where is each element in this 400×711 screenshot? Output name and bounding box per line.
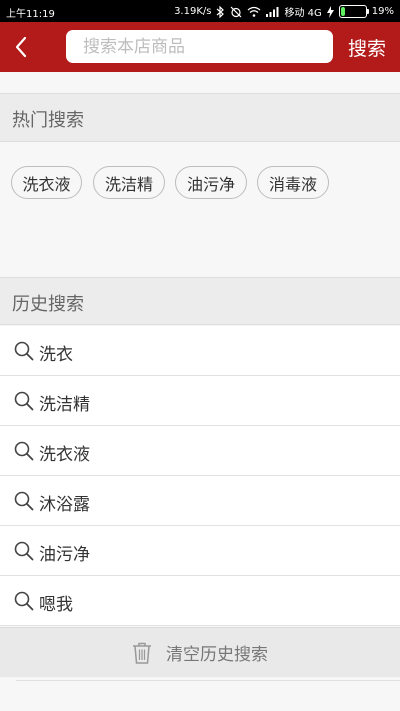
search-icon xyxy=(14,341,34,361)
battery-icon xyxy=(338,5,369,18)
chevron-left-icon xyxy=(15,36,27,58)
search-icon xyxy=(14,441,34,461)
status-indicators: 3.19K/s 移动 4G 19% xyxy=(174,4,394,19)
charging-icon xyxy=(326,5,334,18)
history-title: 历史搜索 xyxy=(12,294,84,315)
trash-icon xyxy=(133,642,151,664)
clear-history-label: 清空历史搜索 xyxy=(166,645,268,665)
history-item-label: 洗衣液 xyxy=(39,445,90,465)
history-item-label: 嗯我 xyxy=(39,595,73,615)
wifi-icon xyxy=(247,6,261,17)
bluetooth-icon xyxy=(216,5,225,18)
history-item-label: 沐浴露 xyxy=(39,495,90,515)
history-item[interactable]: 洗衣液 xyxy=(0,426,400,476)
history-item-label: 洗衣 xyxy=(39,345,73,365)
top-bar: 搜索 xyxy=(0,22,400,72)
history-item[interactable]: 沐浴露 xyxy=(0,476,400,526)
history-header: 历史搜索 xyxy=(0,277,400,325)
hot-tag[interactable]: 油污净 xyxy=(175,166,247,199)
history-item-label: 洗洁精 xyxy=(39,395,90,415)
hot-tag[interactable]: 洗洁精 xyxy=(93,166,165,199)
clear-history-button[interactable]: 清空历史搜索 xyxy=(0,627,400,677)
hot-tag[interactable]: 消毒液 xyxy=(257,166,329,199)
back-button[interactable] xyxy=(10,34,32,60)
search-icon xyxy=(14,491,34,511)
hot-search-title: 热门搜索 xyxy=(12,110,84,131)
history-item[interactable]: 油污净 xyxy=(0,526,400,576)
search-input[interactable] xyxy=(66,30,333,63)
search-icon xyxy=(14,591,34,611)
network-speed: 3.19K/s xyxy=(174,6,212,17)
hot-search-header: 热门搜索 xyxy=(0,94,400,142)
hot-search-tags: 洗衣液 洗洁精 油污净 消毒液 xyxy=(0,142,400,277)
history-item[interactable]: 洗衣 xyxy=(0,326,400,376)
status-bar: 上午11:19 3.19K/s 移动 4G 19% xyxy=(0,0,400,22)
history-item-label: 油污净 xyxy=(39,545,90,565)
history-list: 洗衣 洗洁精 洗衣液 沐浴露 油污净 嗯我 xyxy=(0,326,400,626)
search-icon xyxy=(14,391,34,411)
battery-fill xyxy=(340,7,346,16)
battery-percent: 19% xyxy=(371,6,394,17)
divider xyxy=(16,680,400,681)
search-button[interactable]: 搜索 xyxy=(348,34,386,61)
history-item[interactable]: 洗洁精 xyxy=(0,376,400,426)
history-item[interactable]: 嗯我 xyxy=(0,576,400,626)
signal-icon xyxy=(266,6,279,17)
hot-tag[interactable]: 洗衣液 xyxy=(11,166,82,199)
search-icon xyxy=(14,541,34,561)
carrier-label: 移动 4G xyxy=(284,8,322,19)
search-box[interactable] xyxy=(66,30,333,63)
alarm-off-icon xyxy=(230,6,242,18)
status-time: 上午11:19 xyxy=(6,9,55,20)
